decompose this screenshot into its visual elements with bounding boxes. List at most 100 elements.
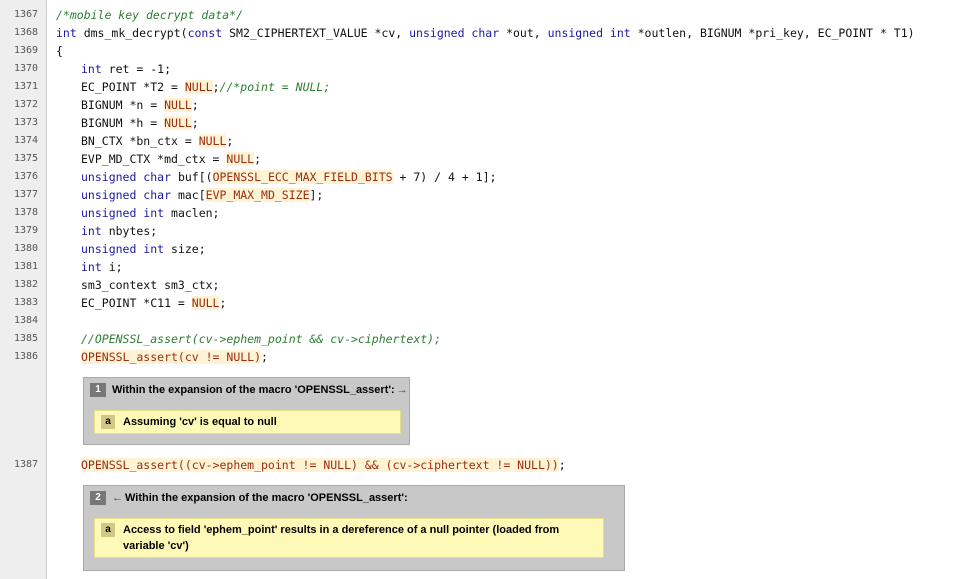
code-text: { <box>56 44 63 58</box>
keyword: unsigned char <box>81 170 172 184</box>
code-line-1367: /*mobile key decrypt data*/ <box>56 6 243 24</box>
macro: NULL <box>226 152 255 166</box>
code-text: SM2_CIPHERTEXT_VALUE *cv, <box>222 26 410 40</box>
line-number: 1370 <box>14 63 39 74</box>
keyword: unsigned int <box>547 26 631 40</box>
line-number: 1379 <box>14 225 39 236</box>
line-number: 1382 <box>14 279 39 290</box>
code-text: ]; <box>309 188 324 202</box>
code-line-1377: unsigned char mac[EVP_MAX_MD_SIZE]; <box>56 186 323 204</box>
line-number: 1367 <box>14 9 39 20</box>
event-header: 2 ← Within the expansion of the macro 'OPE… <box>90 491 408 505</box>
line-number: 1383 <box>14 297 39 308</box>
code-text: ret = -1; <box>101 62 172 76</box>
event-title: Within the expansion of the macro 'OPENS… <box>112 383 395 396</box>
code-text: + 7) / 4 + 1]; <box>392 170 497 184</box>
code-text: BIGNUM *n = <box>81 98 165 112</box>
comment: //*point = NULL; <box>219 80 331 94</box>
code-line-1370: int ret = -1; <box>56 60 171 78</box>
code-line-1380: unsigned int size; <box>56 240 206 258</box>
line-number: 1380 <box>14 243 39 254</box>
line-number: 1376 <box>14 171 39 182</box>
macro: EVP_MAX_MD_SIZE <box>205 188 310 202</box>
code-text: ; <box>191 98 199 112</box>
line-number: 1369 <box>14 45 39 56</box>
keyword: int <box>56 26 77 40</box>
note-tag: a <box>101 523 115 537</box>
line-number: 1385 <box>14 333 39 344</box>
code-text: mac[ <box>171 188 206 202</box>
macro: OPENSSL_assert((cv->ephem_point != NULL)… <box>81 458 559 472</box>
keyword: unsigned char <box>81 188 172 202</box>
code-text: BN_CTX *bn_ctx = <box>81 134 199 148</box>
macro: OPENSSL_ECC_MAX_FIELD_BITS <box>212 170 393 184</box>
line-number: 1378 <box>14 207 39 218</box>
code-text: BIGNUM *h = <box>81 116 165 130</box>
code-line-1382: sm3_context sm3_ctx; <box>56 276 219 294</box>
line-number: 1372 <box>14 99 39 110</box>
code-text: dms_mk_decrypt( <box>76 26 188 40</box>
comment: /*mobile key decrypt data*/ <box>56 8 243 22</box>
code-text: sm3_context sm3_ctx; <box>81 278 220 292</box>
line-number: 1377 <box>14 189 39 200</box>
line-number: 1371 <box>14 81 39 92</box>
code-text: ; <box>219 296 227 310</box>
line-number: 1368 <box>14 27 39 38</box>
note-text: Access to field 'ephem_point' results in… <box>123 524 560 552</box>
code-text: EC_POINT *T2 = <box>81 80 185 94</box>
keyword: int <box>81 62 102 76</box>
macro: NULL <box>184 80 213 94</box>
code-line-1379: int nbytes; <box>56 222 157 240</box>
code-text: nbytes; <box>101 224 158 238</box>
path-event-box: 2 ← Within the expansion of the macro 'OPE… <box>83 485 625 571</box>
macro: NULL <box>164 98 192 112</box>
code-line-1374: BN_CTX *bn_ctx = NULL; <box>56 132 233 150</box>
code-line-1372: BIGNUM *n = NULL; <box>56 96 199 114</box>
code-text: *out, <box>499 26 548 40</box>
keyword: unsigned int <box>81 206 165 220</box>
keyword: unsigned int <box>81 242 165 256</box>
code-line-1381: int i; <box>56 258 123 276</box>
arrow-right-icon[interactable]: → <box>397 384 408 396</box>
code-line-1383: EC_POINT *C11 = NULL; <box>56 294 226 312</box>
code-text: ; <box>254 152 262 166</box>
code-line-1387: OPENSSL_assert((cv->ephem_point != NULL)… <box>56 456 566 474</box>
code-text: ; <box>212 80 220 94</box>
line-number: 1374 <box>14 135 39 146</box>
code-line-1369: { <box>56 42 63 60</box>
note-tag: a <box>101 415 115 429</box>
macro: NULL <box>198 134 227 148</box>
gutter-divider <box>46 0 47 579</box>
line-number: 1373 <box>14 117 39 128</box>
code-line-1373: BIGNUM *h = NULL; <box>56 114 199 132</box>
code-line-1386: OPENSSL_assert(cv != NULL); <box>56 348 268 366</box>
code-text: EVP_MD_CTX *md_ctx = <box>81 152 227 166</box>
keyword: unsigned char <box>409 26 500 40</box>
arrow-left-icon[interactable]: ← <box>112 492 123 504</box>
path-event-box: 1 Within the expansion of the macro 'OPEN… <box>83 377 410 445</box>
event-header: 1 Within the expansion of the macro 'OPEN… <box>90 383 408 397</box>
event-title: Within the expansion of the macro 'OPENS… <box>125 491 408 504</box>
code-text: ; <box>261 350 268 364</box>
code-text: ; <box>558 458 566 472</box>
macro: NULL <box>191 296 220 310</box>
code-line-1385: //OPENSSL_assert(cv->ephem_point && cv->… <box>56 330 441 348</box>
line-number: 1384 <box>14 315 39 326</box>
event-number: 1 <box>90 383 106 397</box>
code-text: maclen; <box>164 206 220 220</box>
code-line-1378: unsigned int maclen; <box>56 204 219 222</box>
line-number: 1387 <box>14 459 39 470</box>
code-text: ; <box>226 134 234 148</box>
code-text: i; <box>101 260 123 274</box>
code-text: ; <box>191 116 199 130</box>
macro: OPENSSL_assert(cv != NULL) <box>81 350 262 364</box>
event-number: 2 <box>90 491 106 505</box>
line-number: 1386 <box>14 351 39 362</box>
note-text: Assuming 'cv' is equal to null <box>123 416 277 428</box>
macro: NULL <box>164 116 192 130</box>
line-number: 1375 <box>14 153 39 164</box>
code-text: buf[( <box>171 170 213 184</box>
code-text: *outlen, BIGNUM *pri_key, EC_POINT * T1) <box>630 26 915 40</box>
keyword: int <box>81 260 102 274</box>
code-line-1375: EVP_MD_CTX *md_ctx = NULL; <box>56 150 261 168</box>
